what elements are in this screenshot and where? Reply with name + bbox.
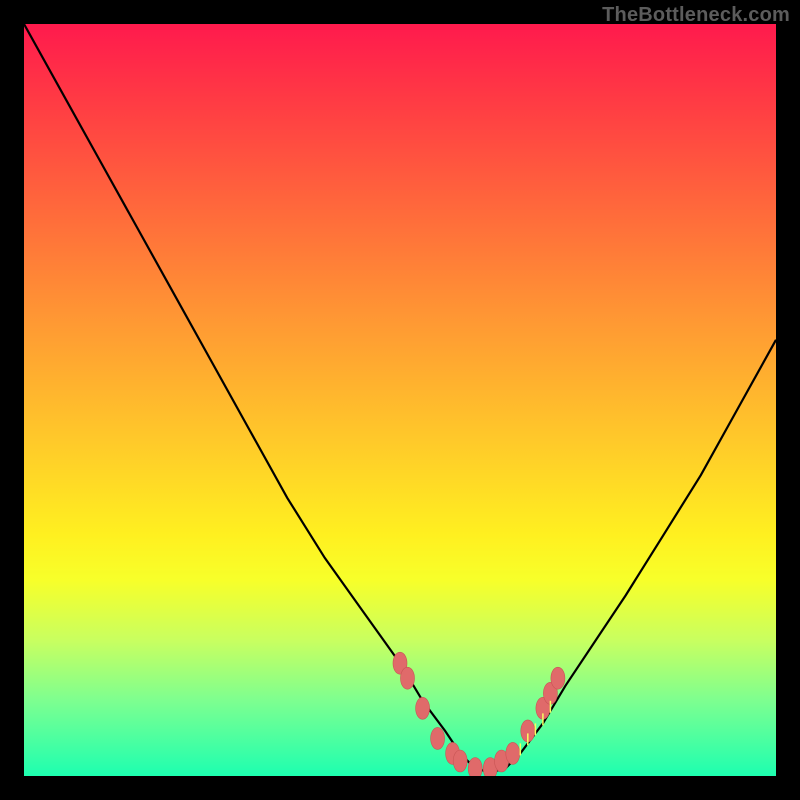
valley-marker bbox=[468, 758, 482, 777]
valley-markers bbox=[393, 652, 565, 776]
chart-frame: TheBottleneck.com bbox=[0, 0, 800, 800]
valley-marker bbox=[551, 667, 565, 689]
curve-svg bbox=[24, 24, 776, 776]
valley-marker bbox=[401, 667, 415, 689]
valley-marker bbox=[506, 742, 520, 764]
valley-marker bbox=[431, 727, 445, 749]
plot-area bbox=[24, 24, 776, 776]
valley-marker bbox=[416, 697, 430, 719]
valley-marker bbox=[453, 750, 467, 772]
